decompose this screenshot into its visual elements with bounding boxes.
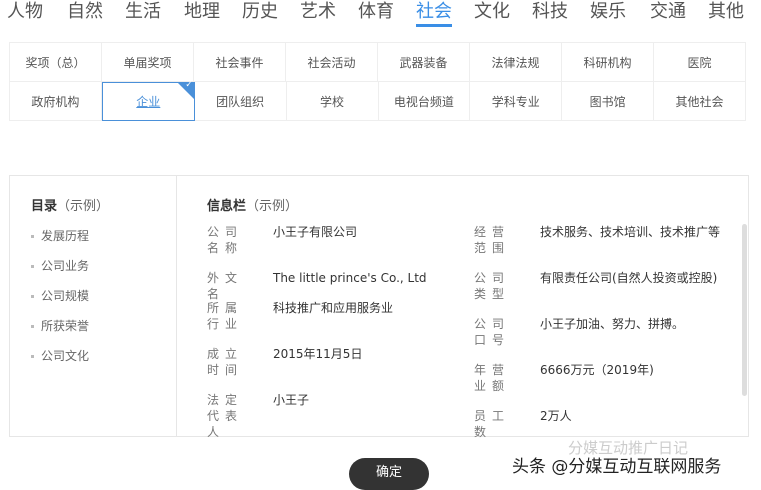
- tab-5[interactable]: 艺术: [300, 0, 336, 23]
- tab-7[interactable]: 社会: [416, 0, 452, 27]
- subcategory-label: 武器装备: [399, 55, 448, 70]
- info-value: 小王子: [273, 393, 310, 407]
- subcategory-row: 奖项（总） 单届奖项 社会事件 社会活动 武器装备 法律法规 科研机构 医院: [10, 43, 746, 82]
- subcategory-item[interactable]: 学校: [286, 82, 379, 121]
- catalog-item[interactable]: 公司规模: [31, 287, 89, 304]
- info-label: 年营业额: [474, 363, 511, 393]
- subcategory-label: 其他社会: [675, 94, 724, 109]
- info-label: 外文名: [207, 271, 244, 301]
- subcategory-label: 法律法规: [491, 55, 540, 70]
- subcategory-item[interactable]: 科研机构: [562, 43, 654, 82]
- info-label: 所属行业: [207, 301, 244, 331]
- info-label: 公司名称: [207, 225, 244, 255]
- catalog-item[interactable]: 所获荣誉: [31, 317, 89, 334]
- info-value: 2015年11月5日: [273, 347, 363, 361]
- subcategory-label: 企业: [136, 95, 161, 109]
- catalog-column: 目录（示例） 发展历程公司业务公司规模所获荣誉公司文化: [10, 176, 177, 436]
- subcategory-label: 社会事件: [215, 55, 264, 70]
- info-value: 2万人: [540, 409, 572, 423]
- subcategory-label: 单届奖项: [123, 55, 172, 70]
- catalog-item[interactable]: 公司文化: [31, 347, 89, 364]
- subcategory-item[interactable]: 政府机构: [10, 82, 102, 121]
- subcategory-row: 政府机构 企业 ✓ 团队组织 学校 电视台频道 学科专业 图书馆 其他社会: [10, 80, 746, 121]
- watermark: 头条 @分媒互动互联网服务: [512, 457, 722, 477]
- info-value: The little prince's Co., Ltd: [273, 271, 427, 285]
- subcategory-label: 政府机构: [31, 94, 80, 109]
- info-label: 经营范围: [474, 225, 511, 255]
- subcategory-item[interactable]: 团队组织: [194, 82, 287, 121]
- subcategory-label: 奖项（总）: [25, 55, 86, 70]
- check-icon: ✓: [185, 80, 193, 90]
- info-label: 员工数: [474, 409, 511, 439]
- subcategory-item[interactable]: 图书馆: [562, 82, 655, 121]
- subcategory-item[interactable]: 武器装备: [378, 43, 470, 82]
- info-value: 小王子加油、努力、拼搏。: [540, 317, 685, 331]
- info-value: 科技推广和应用服务业: [273, 301, 394, 315]
- info-title: 信息栏（示例）: [207, 199, 299, 214]
- tab-11[interactable]: 交通: [650, 0, 686, 23]
- confirm-button[interactable]: 确定: [349, 458, 429, 490]
- tab-6[interactable]: 体育: [358, 0, 394, 23]
- tab-10[interactable]: 娱乐: [590, 0, 626, 23]
- subcategory-label: 社会活动: [307, 55, 356, 70]
- tab-9[interactable]: 科技: [532, 0, 568, 23]
- subcategory-item[interactable]: 电视台频道: [378, 82, 471, 121]
- subcategory-item[interactable]: 学科专业: [470, 82, 563, 121]
- tab-8[interactable]: 文化: [474, 0, 510, 23]
- subcategory-item[interactable]: 社会事件: [194, 43, 286, 82]
- info-label: 成立时间: [207, 347, 244, 377]
- info-label: 公司口号: [474, 317, 511, 347]
- subcategory-label: 医院: [687, 55, 712, 70]
- subcategory-label: 科研机构: [583, 55, 632, 70]
- info-label: 公司类型: [474, 271, 511, 301]
- catalog-title: 目录（示例）: [31, 199, 110, 214]
- subcategory-label: 学科专业: [491, 94, 540, 109]
- info-label: 法定代表人: [207, 393, 244, 439]
- preview-panel: 目录（示例） 发展历程公司业务公司规模所获荣誉公司文化 信息栏（示例） 公司名称…: [9, 175, 749, 439]
- subcategory-label: 电视台频道: [393, 94, 454, 109]
- subcategory-item[interactable]: 单届奖项: [102, 43, 194, 82]
- subcategory-item[interactable]: 其他社会: [654, 82, 746, 121]
- subcategory-item[interactable]: 法律法规: [470, 43, 562, 82]
- info-value: 技术服务、技术培训、技术推广等: [540, 225, 721, 239]
- tab-3[interactable]: 地理: [184, 0, 220, 23]
- subcategory-label: 团队组织: [216, 94, 265, 109]
- subcategory-item[interactable]: 奖项（总）: [10, 43, 102, 82]
- scrollbar[interactable]: [742, 224, 747, 396]
- subcategory-grid: 奖项（总） 单届奖项 社会事件 社会活动 武器装备 法律法规 科研机构 医院政府机构 企业 ✓ 团队…: [9, 42, 746, 121]
- category-tabs: 人物 自然 生活 地理 历史 艺术 体育 社会 文化 科技 娱乐 交通 其他: [7, 0, 761, 27]
- tab-4[interactable]: 历史: [242, 0, 278, 23]
- tab-1[interactable]: 自然: [67, 0, 103, 23]
- subcategory-item[interactable]: 社会活动: [286, 43, 378, 82]
- subcategory-item[interactable]: 企业 ✓: [101, 80, 195, 121]
- catalog-item[interactable]: 发展历程: [31, 227, 89, 244]
- info-value: 6666万元（2019年): [540, 363, 654, 377]
- tab-2[interactable]: 生活: [125, 0, 161, 23]
- tab-12[interactable]: 其他: [708, 0, 744, 23]
- subcategory-item[interactable]: 医院: [654, 43, 746, 82]
- info-value: 有限责任公司(自然人投资或控股): [540, 271, 718, 285]
- catalog-item[interactable]: 公司业务: [31, 257, 89, 274]
- tab-0[interactable]: 人物: [7, 0, 43, 23]
- subcategory-label: 图书馆: [589, 94, 626, 109]
- info-value: 小王子有限公司: [273, 225, 358, 239]
- subcategory-label: 学校: [320, 94, 345, 109]
